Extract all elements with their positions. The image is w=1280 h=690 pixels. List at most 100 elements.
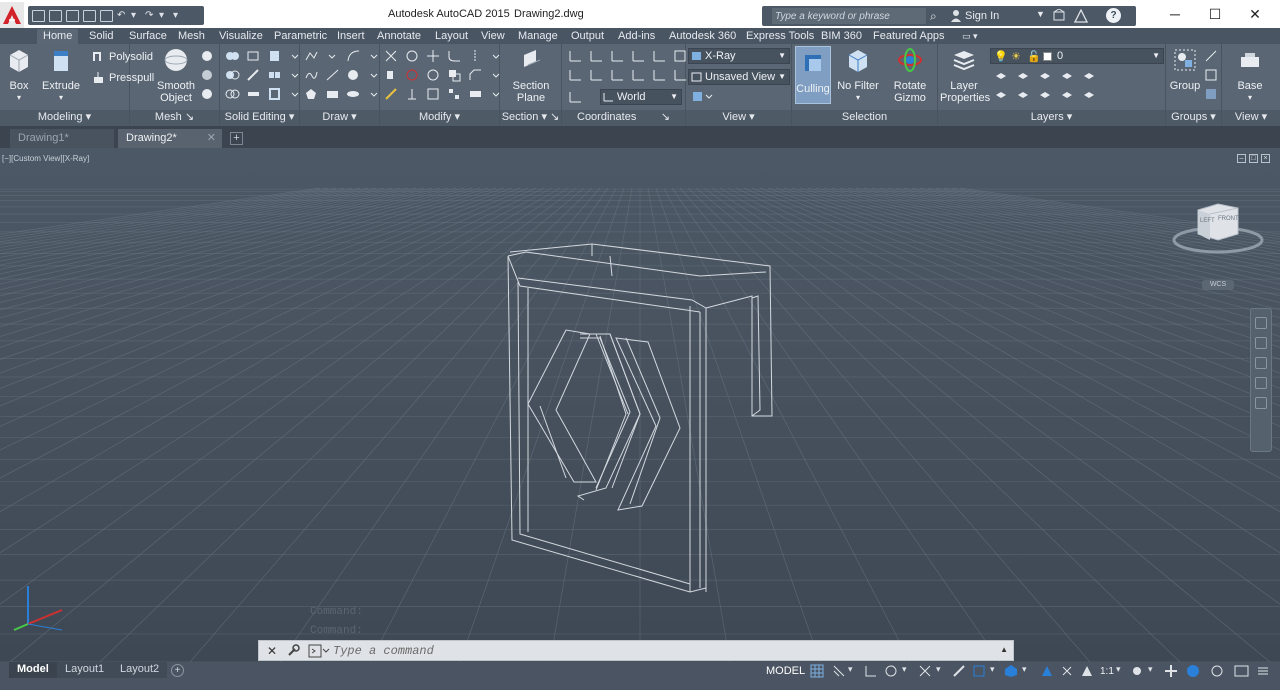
- layer-freeze-icon[interactable]: [1038, 70, 1053, 84]
- trim-icon[interactable]: [384, 49, 399, 63]
- close-button[interactable]: ✕: [1240, 4, 1270, 24]
- rectangle-icon[interactable]: [325, 87, 340, 101]
- auto-scale-icon[interactable]: [1060, 664, 1075, 678]
- polar-tracking-icon[interactable]: [884, 664, 899, 678]
- qat-customize-icon[interactable]: ▾: [173, 10, 183, 21]
- section-plane-button[interactable]: Section Plane: [510, 47, 552, 104]
- lineweight-icon[interactable]: [952, 664, 967, 678]
- open-file-icon[interactable]: [49, 9, 62, 22]
- line-icon[interactable]: [325, 68, 340, 82]
- redo-icon[interactable]: ↷: [145, 10, 155, 21]
- slice-icon[interactable]: [246, 68, 261, 82]
- model-space-toggle[interactable]: MODEL: [766, 665, 805, 677]
- redo-dropdown-icon[interactable]: ▾: [159, 10, 169, 21]
- polygon-icon[interactable]: [304, 87, 319, 101]
- scale-icon[interactable]: [426, 87, 441, 101]
- binoculars-icon[interactable]: ⌕: [930, 9, 944, 23]
- tab-home[interactable]: Home: [37, 29, 79, 44]
- layer-copy-icon[interactable]: [1082, 89, 1097, 103]
- layer-unisolate-icon[interactable]: [994, 89, 1009, 103]
- panel-title-section[interactable]: Section ▾ ↘: [500, 110, 561, 126]
- viewport-restore-icon[interactable]: □: [1249, 154, 1258, 163]
- tab-manage[interactable]: Manage: [518, 29, 558, 44]
- box-dropdown-icon[interactable]: ▾: [4, 92, 34, 104]
- mesh-smooth-less-icon[interactable]: [200, 68, 215, 82]
- move-icon[interactable]: [426, 49, 441, 63]
- wcs-menu[interactable]: WCS: [1202, 280, 1234, 290]
- 3d-rotate-icon[interactable]: [405, 68, 420, 82]
- tab-autodesk-360[interactable]: Autodesk 360: [669, 29, 736, 44]
- extrude-dropdown-icon[interactable]: ▾: [40, 92, 82, 104]
- tab-visualize[interactable]: Visualize: [219, 29, 263, 44]
- visual-style-combo[interactable]: X-Ray ▼: [688, 48, 790, 64]
- tab-annotate[interactable]: Annotate: [377, 29, 421, 44]
- fillet-icon[interactable]: [447, 49, 462, 63]
- hardware-acceleration-icon[interactable]: [1186, 664, 1201, 678]
- tab-view[interactable]: View: [481, 29, 505, 44]
- box-button[interactable]: Box ▾: [4, 47, 34, 104]
- array-icon[interactable]: [447, 87, 462, 101]
- viewcube[interactable]: LEFT FRONT: [1172, 194, 1264, 258]
- viewport-minimize-icon[interactable]: –: [1237, 154, 1246, 163]
- ucs-origin-icon[interactable]: [589, 49, 604, 63]
- customization-icon[interactable]: [1256, 664, 1271, 678]
- wrench-icon[interactable]: [287, 644, 300, 657]
- ucs-z-icon[interactable]: [652, 49, 667, 63]
- sign-in-dropdown-icon[interactable]: ▼: [1036, 9, 1045, 19]
- saved-view-combo[interactable]: Unsaved View ▼: [688, 69, 790, 85]
- mesh-refine-icon[interactable]: [200, 87, 215, 101]
- orbit-icon[interactable]: [1255, 377, 1267, 389]
- doc-tab-drawing2[interactable]: Drawing2* ✕: [118, 129, 222, 148]
- mesh-smooth-more-icon[interactable]: [200, 49, 215, 63]
- extract-edges-icon[interactable]: [246, 49, 261, 63]
- zoom-icon[interactable]: [1255, 357, 1267, 369]
- panel-title-selection[interactable]: Selection: [792, 110, 937, 126]
- tab-surface[interactable]: Surface: [129, 29, 167, 44]
- ucs-view-icon[interactable]: [589, 68, 604, 82]
- circle-icon[interactable]: [346, 68, 361, 82]
- layout-tab-layout2[interactable]: Layout2: [112, 662, 168, 678]
- pan-icon[interactable]: [1255, 337, 1267, 349]
- tab-output[interactable]: Output: [571, 29, 604, 44]
- ribbon-minimize-icon[interactable]: ▭ ▾: [962, 29, 978, 44]
- panel-title-mesh[interactable]: Mesh ↘: [130, 110, 219, 126]
- base-button[interactable]: Base ▾: [1232, 47, 1268, 104]
- erase-icon[interactable]: [384, 87, 399, 101]
- help-icon[interactable]: ?: [1106, 8, 1121, 23]
- layer-unlock-icon[interactable]: [1060, 89, 1075, 103]
- panel-title-coordinates[interactable]: Coordinates ↘: [562, 110, 685, 126]
- subtract-icon[interactable]: [225, 68, 240, 82]
- shell-icon[interactable]: [267, 87, 282, 101]
- application-menu-button[interactable]: [0, 2, 24, 28]
- minimize-button[interactable]: ─: [1160, 4, 1190, 24]
- viewport-close-icon[interactable]: ×: [1261, 154, 1270, 163]
- panel-title-view-base[interactable]: View ▾: [1222, 110, 1280, 126]
- group-selection-icon[interactable]: [1204, 87, 1219, 101]
- polyline-icon[interactable]: [304, 49, 319, 63]
- no-filter-button[interactable]: No Filter ▾: [836, 47, 880, 104]
- panel-title-modeling[interactable]: Modeling ▾: [0, 110, 129, 126]
- layer-properties-button[interactable]: Layer Properties: [940, 47, 990, 104]
- culling-button[interactable]: Culling: [795, 46, 831, 104]
- save-as-icon[interactable]: [83, 9, 96, 22]
- layer-previous-icon[interactable]: [1038, 89, 1053, 103]
- command-line-menu-icon[interactable]: ▲: [1000, 645, 1008, 654]
- panel-title-draw[interactable]: Draw ▾: [300, 110, 379, 126]
- polar-dropdown-icon[interactable]: ▾: [902, 664, 917, 678]
- exchange-apps-icon[interactable]: [1052, 9, 1066, 23]
- showmotion-icon[interactable]: [1255, 397, 1267, 409]
- copy-icon[interactable]: [447, 68, 462, 82]
- annotation-visibility-icon[interactable]: [1040, 664, 1055, 678]
- object-snap-tracking-dropdown-icon[interactable]: ▾: [936, 664, 951, 678]
- no-filter-dropdown-icon[interactable]: ▾: [836, 92, 880, 104]
- panel-title-layers[interactable]: Layers ▾: [938, 110, 1165, 126]
- ucs-face-icon[interactable]: [631, 68, 646, 82]
- ucs-x-icon[interactable]: [610, 49, 625, 63]
- ucs-y-icon[interactable]: [631, 49, 646, 63]
- tab-featured-apps[interactable]: Featured Apps: [873, 29, 945, 44]
- steering-wheel-icon[interactable]: [1255, 317, 1267, 329]
- smooth-object-button[interactable]: Smooth Object: [156, 47, 196, 104]
- workspace-dropdown-icon[interactable]: ▾: [1148, 664, 1163, 678]
- undo-dropdown-icon[interactable]: ▾: [131, 10, 141, 21]
- transparency-icon[interactable]: [972, 664, 987, 678]
